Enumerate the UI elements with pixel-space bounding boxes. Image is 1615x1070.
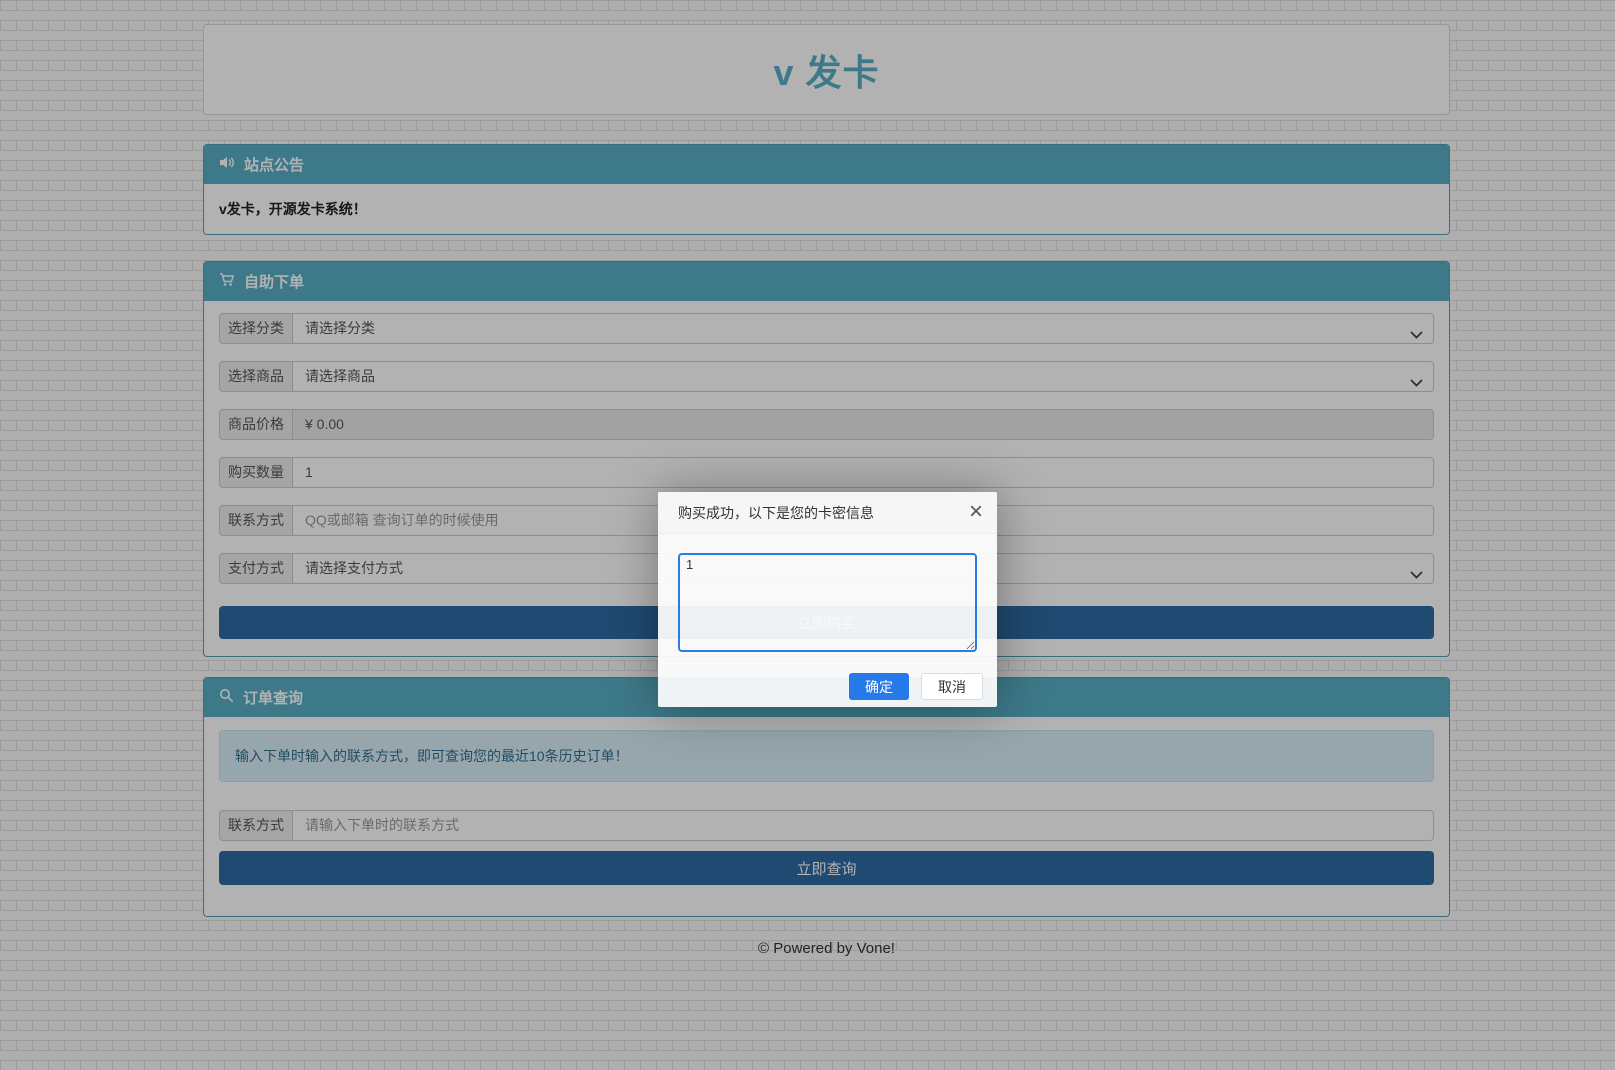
modal-title: 购买成功，以下是您的卡密信息 <box>678 505 874 521</box>
modal-header: 购买成功，以下是您的卡密信息 × <box>658 492 997 534</box>
confirm-button[interactable]: 确定 <box>849 673 909 700</box>
cancel-button[interactable]: 取消 <box>921 673 983 700</box>
close-icon[interactable]: × <box>969 492 983 532</box>
card-info-textarea[interactable]: 1 <box>678 553 977 652</box>
purchase-success-modal: 购买成功，以下是您的卡密信息 × 1 确定 取消 <box>658 492 997 707</box>
